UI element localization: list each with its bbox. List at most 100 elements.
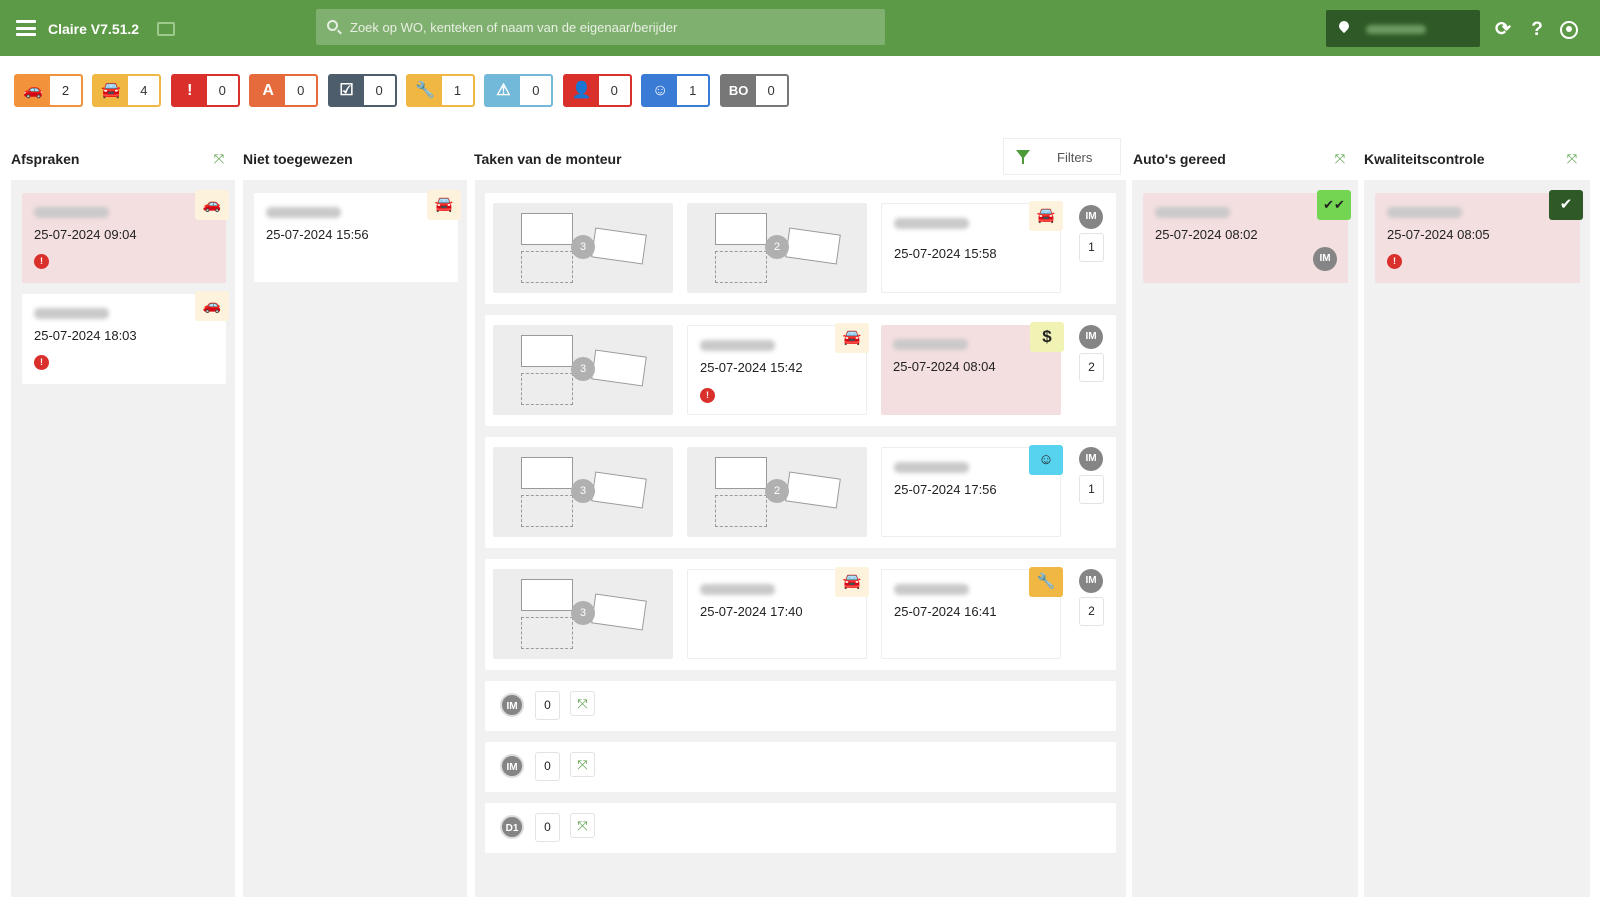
user-check-icon: 👤 <box>564 76 599 105</box>
location-name-redacted <box>1366 25 1426 34</box>
task-placeholder: 3 <box>493 325 673 415</box>
status-badge[interactable]: 👤 0 <box>562 74 632 107</box>
status-count: 0 <box>297 83 305 98</box>
bo-icon: BO <box>721 76 756 105</box>
license-plate-redacted <box>700 584 775 595</box>
task-card[interactable]: 25-07-2024 17:40 🚘 <box>687 567 869 659</box>
status-count: 1 <box>453 83 462 98</box>
status-badge[interactable]: 🚗 2 <box>14 74 83 107</box>
status-badge[interactable]: ☺ 1 <box>641 74 711 107</box>
task-card[interactable]: 25-07-2024 08:04 $ <box>881 322 1064 415</box>
quality-control-card[interactable]: 25-07-2024 08:05 ! ✔ <box>1375 190 1583 283</box>
expand-collapse-icon[interactable]: ⤧ <box>570 813 595 838</box>
car-garage-icon: 🚘 <box>835 323 869 353</box>
location-selector[interactable] <box>1326 10 1480 47</box>
status-badge[interactable]: BO 0 <box>719 74 789 107</box>
autos-gereed-collapse-icon[interactable]: ⤧ <box>1330 149 1350 169</box>
mechanic-avatar[interactable]: IM <box>500 693 524 717</box>
taken-title: Taken van de monteur <box>474 151 622 167</box>
location-pin-icon <box>1336 18 1352 34</box>
status-count: 1 <box>689 83 697 98</box>
refresh-icon[interactable]: ⟳ <box>1492 19 1514 41</box>
kwaliteitscontrole-collapse-icon[interactable]: ⤧ <box>1562 149 1582 169</box>
task-card[interactable]: 25-07-2024 15:58 🚘 <box>881 201 1063 293</box>
afspraken-collapse-icon[interactable]: ⤧ <box>209 149 229 169</box>
mechanic-avatar[interactable]: IM <box>1079 325 1103 349</box>
task-count: 0 <box>535 691 560 720</box>
license-plate-redacted <box>1387 207 1462 218</box>
afspraken-title: Afspraken <box>11 151 80 167</box>
mechanic-avatar[interactable]: IM <box>1313 247 1337 271</box>
license-plate-redacted <box>894 462 969 473</box>
card-datetime: 25-07-2024 18:03 <box>34 328 137 343</box>
license-plate-redacted <box>34 207 109 218</box>
mechanic-avatar[interactable]: IM <box>1079 205 1103 229</box>
task-count: 0 <box>535 752 560 781</box>
smiley-icon: ☺ <box>643 76 678 105</box>
task-placeholder: 3 <box>493 203 673 293</box>
status-badge[interactable]: ☑ 0 <box>327 74 397 107</box>
car-icon: 🚗 <box>16 76 50 105</box>
card-datetime: 25-07-2024 09:04 <box>34 227 137 242</box>
kwaliteitscontrole-column <box>1364 180 1590 897</box>
user-icon[interactable] <box>1558 19 1580 41</box>
afspraken-column <box>11 180 235 897</box>
expand-collapse-icon[interactable]: ⤧ <box>570 752 595 777</box>
niet-toegewezen-column <box>243 180 467 897</box>
unassigned-card[interactable]: 25-07-2024 15:56 🚘 <box>254 190 461 282</box>
ready-car-card[interactable]: 25-07-2024 08:02 ✔✔ IM <box>1143 190 1351 283</box>
kwaliteitscontrole-title: Kwaliteitscontrole <box>1364 151 1485 167</box>
help-icon[interactable]: ? <box>1526 19 1548 41</box>
app-title: Claire V7.51.2 <box>48 21 140 37</box>
status-count: 4 <box>140 83 148 98</box>
search-icon <box>327 20 338 31</box>
card-datetime: 25-07-2024 08:02 <box>1155 227 1258 242</box>
card-datetime: 25-07-2024 08:04 <box>893 359 996 374</box>
task-card[interactable]: 25-07-2024 15:42 ! 🚘 <box>687 323 869 415</box>
task-card[interactable]: 25-07-2024 17:56 ☺ <box>881 445 1063 537</box>
task-count: 1 <box>1079 475 1104 504</box>
card-datetime: 25-07-2024 17:56 <box>894 482 997 497</box>
autos-gereed-column <box>1132 180 1358 897</box>
appointment-card[interactable]: 25-07-2024 18:03 ! 🚗 <box>22 291 229 384</box>
cast-icon[interactable] <box>157 22 175 36</box>
task-card[interactable]: 25-07-2024 16:41 🔧 <box>881 567 1063 659</box>
status-badge[interactable]: A0 <box>249 74 319 107</box>
task-count: 0 <box>535 813 560 842</box>
alert-icon: ! <box>172 76 207 105</box>
search-input[interactable] <box>350 9 870 45</box>
status-badge[interactable]: ⚠ 0 <box>484 74 554 107</box>
calendar-check-icon: ☑ <box>329 76 364 105</box>
status-count: 0 <box>532 83 540 98</box>
mechanic-empty-row: IM 0 ⤧ <box>485 742 1116 792</box>
shield-check-icon: ✔ <box>1549 190 1583 220</box>
mechanic-avatar[interactable]: D1 <box>500 815 524 839</box>
mechanic-task-row: 3 2 25-07-2024 15:58 🚘 IM 1 <box>485 193 1116 304</box>
status-badge[interactable]: ! 0 <box>170 74 240 107</box>
expand-collapse-icon[interactable]: ⤧ <box>570 691 595 716</box>
filter-icon <box>1016 150 1030 164</box>
status-count: 0 <box>610 83 618 98</box>
mechanic-empty-row: D1 0 ⤧ <box>485 803 1116 853</box>
status-count: 0 <box>218 83 226 98</box>
appointment-card[interactable]: 25-07-2024 09:04 ! 🚗 <box>22 190 229 283</box>
mechanic-avatar[interactable]: IM <box>500 754 524 778</box>
mechanic-task-row: 3 25-07-2024 17:40 🚘 25-07-2024 16:41 🔧 … <box>485 559 1116 670</box>
license-plate-redacted <box>893 339 968 350</box>
task-placeholder: 2 <box>687 203 867 293</box>
filters-button[interactable]: Filters <box>1003 138 1121 175</box>
car-garage-icon: 🚘 <box>427 190 461 220</box>
mechanic-avatar[interactable]: IM <box>1079 569 1103 593</box>
double-check-icon: ✔✔ <box>1317 190 1351 220</box>
menu-icon[interactable] <box>16 20 36 36</box>
mechanic-avatar[interactable]: IM <box>1079 447 1103 471</box>
status-count: 0 <box>767 83 775 98</box>
car-garage-icon: 🚘 <box>835 567 869 597</box>
card-datetime: 25-07-2024 17:40 <box>700 604 803 619</box>
status-badge[interactable]: 🚘 4 <box>92 74 162 107</box>
filters-label: Filters <box>1057 150 1093 165</box>
letter-a-icon: A <box>251 76 286 105</box>
status-badge[interactable]: 🔧 1 <box>406 74 475 107</box>
car-icon: 🚗 <box>195 291 229 321</box>
search-bar <box>316 9 885 45</box>
